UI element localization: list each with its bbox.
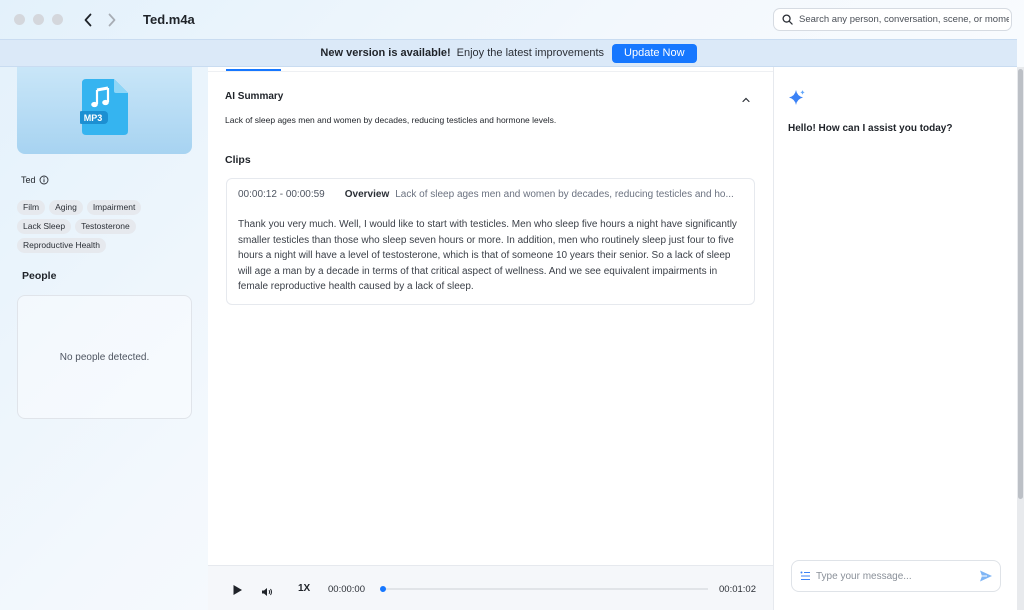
audio-player: 1X 00:00:00 00:01:02	[208, 565, 773, 610]
clip-label: Overview	[344, 189, 390, 200]
search-icon	[782, 14, 793, 25]
assistant-greeting: Hello! How can I assist you today?	[788, 123, 953, 134]
message-input[interactable]	[816, 570, 976, 582]
title-bar: Ted.m4a	[0, 0, 1024, 39]
list-icon[interactable]	[800, 571, 811, 581]
volume-icon	[262, 588, 272, 596]
clip-card[interactable]: 00:00:12 - 00:00:59 Overview Lack of sle…	[226, 178, 755, 305]
send-icon	[980, 570, 992, 582]
current-time: 00:00:00	[328, 584, 365, 595]
message-composer[interactable]	[791, 560, 1001, 592]
back-button[interactable]	[77, 9, 99, 31]
send-button[interactable]	[979, 569, 993, 588]
clips-heading: Clips	[225, 154, 251, 166]
speaker-name: Ted	[21, 175, 49, 185]
progress-knob[interactable]	[380, 586, 386, 592]
tag[interactable]: Lack Sleep	[17, 219, 72, 234]
main-content: AI Summary Lack of sleep ages men and wo…	[208, 67, 773, 565]
clip-description: Lack of sleep ages men and women by deca…	[395, 189, 734, 200]
assistant-panel: Hello! How can I assist you today?	[773, 67, 1017, 610]
tag-list: Film Aging Impairment Lack Sleep Testost…	[17, 200, 187, 253]
volume-button[interactable]	[261, 584, 273, 602]
update-now-button[interactable]: Update Now	[612, 43, 697, 63]
tag[interactable]: Impairment	[86, 200, 142, 215]
page-scrollbar[interactable]	[1017, 67, 1024, 610]
tag[interactable]: Testosterone	[75, 219, 136, 234]
progress-slider[interactable]	[380, 586, 708, 592]
banner-subtext: Enjoy the latest improvements	[456, 47, 605, 59]
file-badge: MP3	[84, 113, 103, 123]
clip-time-range: 00:00:12 - 00:00:59	[238, 189, 325, 200]
search-box[interactable]	[773, 8, 1012, 31]
tab-divider	[208, 71, 773, 72]
people-heading: People	[22, 270, 57, 282]
playback-speed-button[interactable]: 1X	[298, 583, 310, 594]
music-file-icon: MP3	[78, 77, 130, 142]
banner-headline: New version is available!	[320, 47, 451, 59]
window-title: Ted.m4a	[143, 12, 195, 27]
chevron-left-icon	[84, 13, 92, 26]
info-icon[interactable]	[39, 175, 49, 185]
active-tab-indicator	[226, 69, 281, 71]
people-panel: No people detected.	[17, 295, 192, 419]
chevron-right-icon	[108, 13, 116, 26]
media-thumbnail: MP3	[17, 67, 192, 154]
minimize-window-button[interactable]	[33, 14, 44, 25]
zoom-window-button[interactable]	[52, 14, 63, 25]
ai-summary-heading: AI Summary	[225, 91, 284, 102]
clip-transcript: Thank you very much. Well, I would like …	[238, 219, 737, 292]
chevron-up-icon	[742, 97, 750, 103]
clip-header: 00:00:12 - 00:00:59 Overview Lack of sle…	[238, 189, 748, 200]
collapse-summary-button[interactable]	[741, 91, 751, 109]
play-icon	[233, 585, 242, 595]
ai-summary-text: Lack of sleep ages men and women by deca…	[225, 115, 557, 125]
duration: 00:01:02	[719, 584, 756, 595]
update-banner: New version is available! Enjoy the late…	[0, 39, 1017, 67]
search-input[interactable]	[799, 14, 1009, 25]
people-empty-message: No people detected.	[59, 351, 150, 363]
tag[interactable]: Film	[17, 200, 46, 215]
play-button[interactable]	[232, 583, 243, 601]
tag[interactable]: Reproductive Health	[17, 238, 107, 253]
tag[interactable]: Aging	[49, 200, 83, 215]
scrollbar-thumb[interactable]	[1018, 69, 1023, 499]
window-controls	[14, 14, 63, 25]
close-window-button[interactable]	[14, 14, 25, 25]
forward-button[interactable]	[101, 9, 123, 31]
speaker-label: Ted	[21, 175, 36, 185]
sparkle-icon	[788, 89, 806, 112]
